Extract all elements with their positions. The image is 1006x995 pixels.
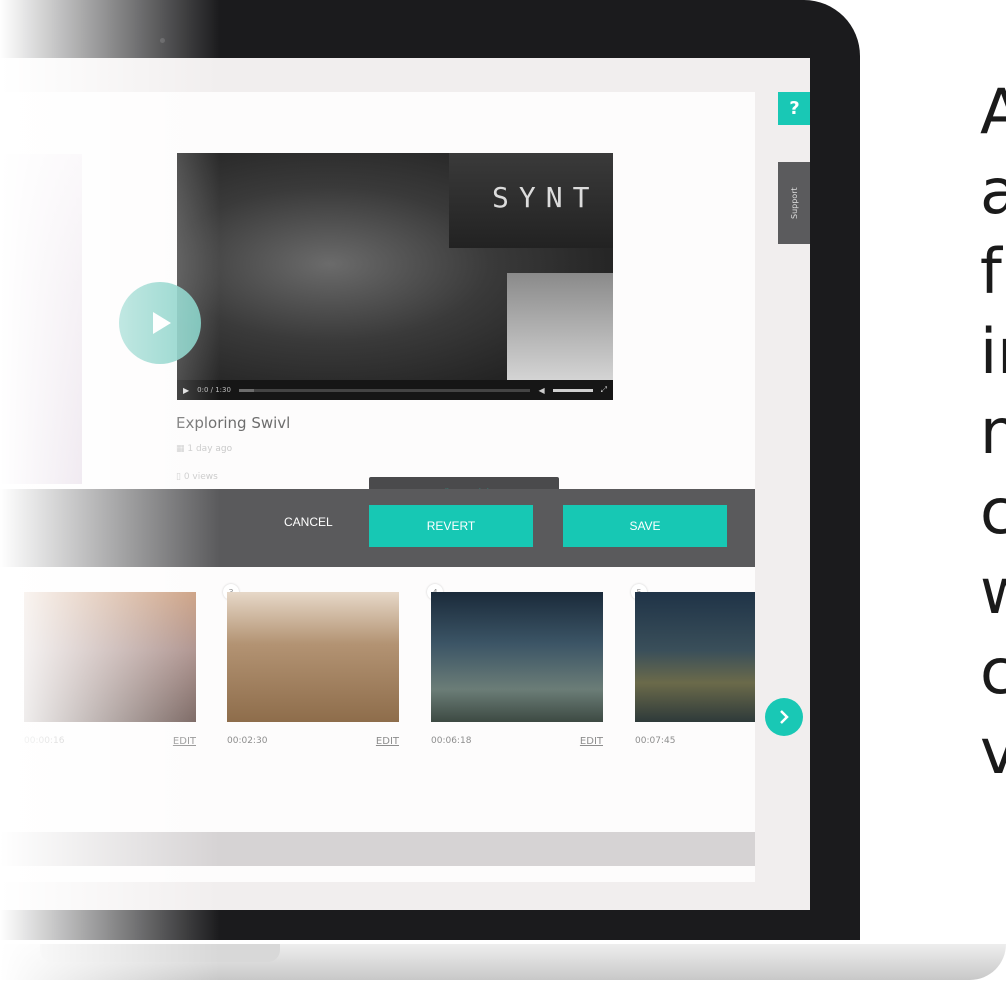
headline-line: w [980, 555, 1006, 628]
revert-button[interactable]: REVERT [369, 505, 533, 547]
video-date-text: 1 day ago [187, 444, 233, 454]
thumbnail-card[interactable]: 00:00:16 EDIT [24, 592, 196, 752]
headline-line: ir [980, 315, 1006, 388]
thumbnail-time: 00:07:45 [635, 736, 676, 746]
headline-line: v [980, 715, 1006, 788]
headline-line: c [980, 475, 1006, 548]
video-controls[interactable]: ▶ 0:0 / 1:30 ◀ ⤢ [177, 380, 613, 400]
headline-line: A [980, 75, 1006, 148]
thumbnail-footer: 00:02:30 EDIT [227, 730, 399, 752]
video-date: ▦ 1 day ago [176, 444, 232, 454]
video-title: Exploring Swivl [176, 414, 291, 432]
thumbnail-image[interactable] [635, 592, 755, 722]
thumbnail-edit-link[interactable]: EDIT [580, 736, 603, 747]
synth-label: SYNT [492, 181, 600, 214]
thumbnail-footer: 00:00:16 EDIT [24, 730, 196, 752]
headline-line: c [980, 635, 1006, 708]
play-button[interactable] [119, 282, 201, 364]
volume-icon[interactable]: ◀ [538, 386, 544, 395]
video-player[interactable]: SYNT [177, 153, 613, 400]
laptop-bezel: SYNT ▶ 0:0 / 1:30 ◀ ⤢ Exploring Swivl ▦ … [0, 0, 860, 940]
thumbnail-time: 00:02:30 [227, 736, 268, 746]
cropped-headline: Aafirncwcv [980, 72, 1006, 792]
laptop-groove [40, 944, 280, 962]
thumbnail-time: 00:00:16 [24, 736, 65, 746]
play-icon [153, 312, 171, 334]
background-window [507, 273, 613, 383]
cancel-button[interactable]: CANCEL [278, 514, 339, 530]
headline-line: a [980, 155, 1006, 228]
thumbnail-footer: 00:06:18 EDIT [431, 730, 603, 752]
thumbnail-image[interactable] [431, 592, 603, 722]
video-progress[interactable] [238, 388, 531, 392]
camera-icon [160, 38, 165, 43]
thumbnail-image[interactable] [24, 592, 196, 722]
thumbnail-time: 00:06:18 [431, 736, 472, 746]
fullscreen-icon[interactable]: ⤢ [601, 385, 607, 395]
headline-line: n [980, 395, 1006, 468]
help-button[interactable]: ? [778, 92, 810, 125]
video-progress-fill [238, 388, 254, 392]
next-arrow-button[interactable] [765, 698, 803, 736]
editor-content: SYNT ▶ 0:0 / 1:30 ◀ ⤢ Exploring Swivl ▦ … [0, 92, 755, 882]
action-bar: CANCEL REVERT SAVE [0, 489, 755, 567]
play-small-icon[interactable]: ▶ [183, 386, 189, 395]
previous-video-thumbnail[interactable] [0, 154, 82, 484]
thumbnail-strip: 00:00:16 EDIT 3 00:02:30 EDIT 4 [0, 584, 755, 747]
eye-icon: ▯ [176, 472, 184, 482]
video-views: ▯ 0 views [176, 472, 218, 482]
thumbnail-footer: 00:07:45 [635, 730, 755, 752]
thumbnail-card[interactable]: 5 00:07:45 [631, 584, 755, 752]
headline-line: f [980, 235, 1002, 308]
thumbnail-image[interactable] [227, 592, 399, 722]
calendar-icon: ▦ [176, 444, 188, 454]
thumbnail-edit-link[interactable]: EDIT [376, 736, 399, 747]
volume-slider[interactable] [552, 388, 593, 392]
screen: SYNT ▶ 0:0 / 1:30 ◀ ⤢ Exploring Swivl ▦ … [0, 58, 810, 910]
save-button[interactable]: SAVE [563, 505, 727, 547]
chevron-right-icon [780, 710, 789, 724]
thumbnail-card[interactable]: 3 00:02:30 EDIT [223, 584, 399, 752]
video-views-text: 0 views [183, 472, 218, 482]
horizontal-scrollbar[interactable] [0, 832, 755, 866]
video-time: 0:0 / 1:30 [197, 386, 231, 394]
thumbnail-card[interactable]: 4 00:06:18 EDIT [427, 584, 603, 752]
support-tab[interactable]: Support [778, 162, 810, 244]
thumbnail-edit-link[interactable]: EDIT [173, 736, 196, 747]
